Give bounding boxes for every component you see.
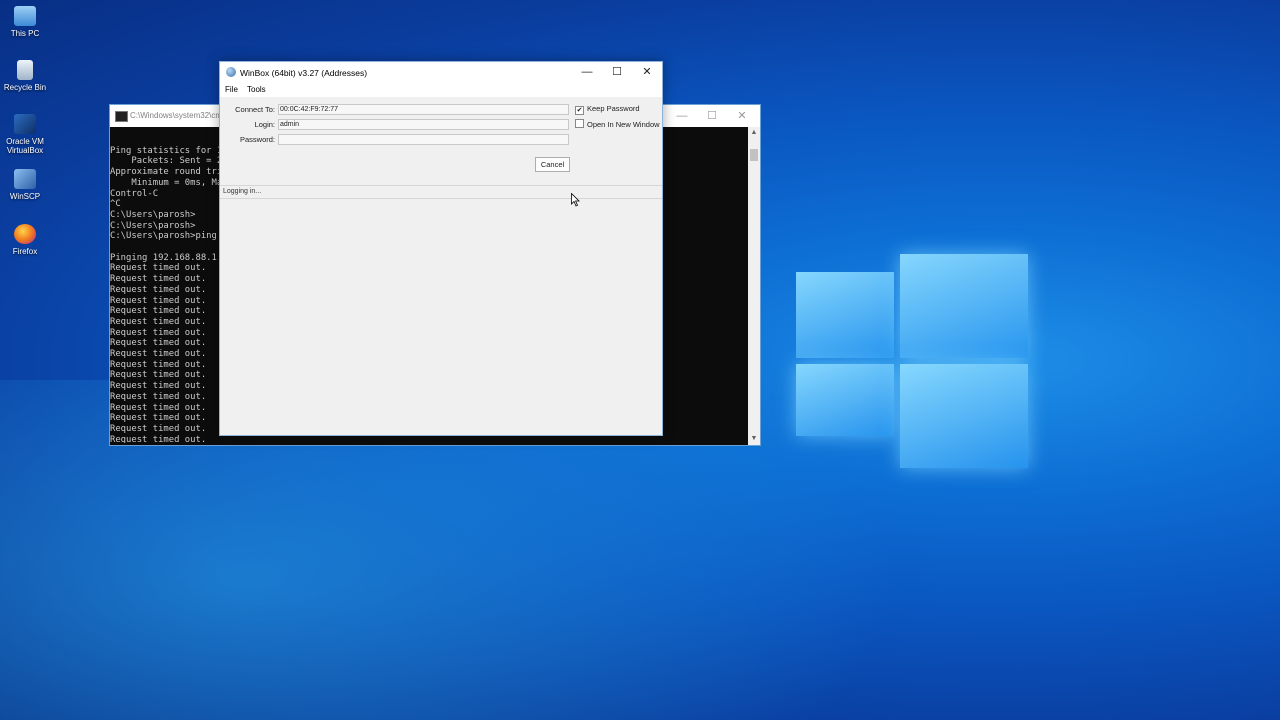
scroll-up-icon[interactable]: ▲	[748, 127, 760, 139]
desktop-icon-recycle-bin[interactable]: Recycle Bin	[3, 60, 47, 92]
desktop-icon-virtualbox[interactable]: Oracle VM VirtualBox	[3, 114, 47, 155]
login-label: Login:	[254, 120, 275, 129]
cmd-minimize-button[interactable]: —	[668, 108, 696, 124]
desktop-icon-this-pc[interactable]: This PC	[3, 6, 47, 38]
this-pc-icon	[14, 6, 36, 26]
winscp-icon	[14, 169, 36, 189]
cancel-button[interactable]: Cancel	[535, 157, 570, 172]
winbox-minimize-button[interactable]: —	[572, 64, 602, 81]
checkbox-checked-icon[interactable]: ✔	[575, 106, 584, 115]
mouse-cursor-icon	[571, 193, 580, 207]
winbox-titlebar[interactable]: WinBox (64bit) v3.27 (Addresses) — ☐ ✕	[220, 62, 662, 83]
desktop: This PC Recycle Bin Oracle VM VirtualBox…	[0, 0, 1280, 720]
password-label: Password:	[239, 135, 275, 144]
winbox-login-form: Connect To: 00:0C:42:F9:72:77 Login: adm…	[220, 97, 662, 435]
cmd-title: C:\Windows\system32\cm	[130, 111, 223, 120]
windows-logo	[796, 254, 1028, 468]
scroll-thumb[interactable]	[750, 149, 758, 161]
menu-file[interactable]: File	[225, 85, 238, 94]
desktop-icon-firefox[interactable]: Firefox	[3, 224, 47, 256]
open-new-window-checkbox[interactable]: Open In New Window	[575, 119, 660, 129]
recycle-bin-icon	[17, 60, 33, 80]
status-text: Logging in...	[220, 186, 662, 199]
scroll-down-icon[interactable]: ▼	[748, 433, 760, 445]
keep-password-checkbox[interactable]: ✔ Keep Password	[575, 104, 640, 115]
cmd-scrollbar[interactable]: ▲ ▼	[748, 127, 760, 445]
desktop-icon-winscp[interactable]: WinSCP	[3, 169, 47, 201]
winbox-title: WinBox (64bit) v3.27 (Addresses)	[240, 68, 368, 78]
winbox-close-button[interactable]: ✕	[632, 64, 662, 81]
winbox-app-icon	[226, 67, 236, 77]
address-list-area	[220, 200, 662, 435]
password-input[interactable]	[278, 134, 569, 145]
cmd-icon	[115, 111, 128, 122]
cmd-close-button[interactable]: ✕	[728, 108, 756, 124]
winbox-maximize-button[interactable]: ☐	[602, 64, 632, 81]
menu-tools[interactable]: Tools	[247, 85, 266, 94]
connect-to-input[interactable]: 00:0C:42:F9:72:77	[278, 104, 569, 115]
virtualbox-icon	[14, 114, 36, 134]
connect-to-label: Connect To:	[235, 105, 275, 114]
firefox-icon	[14, 224, 36, 244]
login-input[interactable]: admin	[278, 119, 569, 130]
winbox-window[interactable]: WinBox (64bit) v3.27 (Addresses) — ☐ ✕ F…	[219, 61, 663, 436]
winbox-menubar: File Tools	[220, 83, 662, 97]
cmd-maximize-button[interactable]: ☐	[698, 108, 726, 124]
checkbox-unchecked-icon[interactable]	[575, 119, 584, 128]
